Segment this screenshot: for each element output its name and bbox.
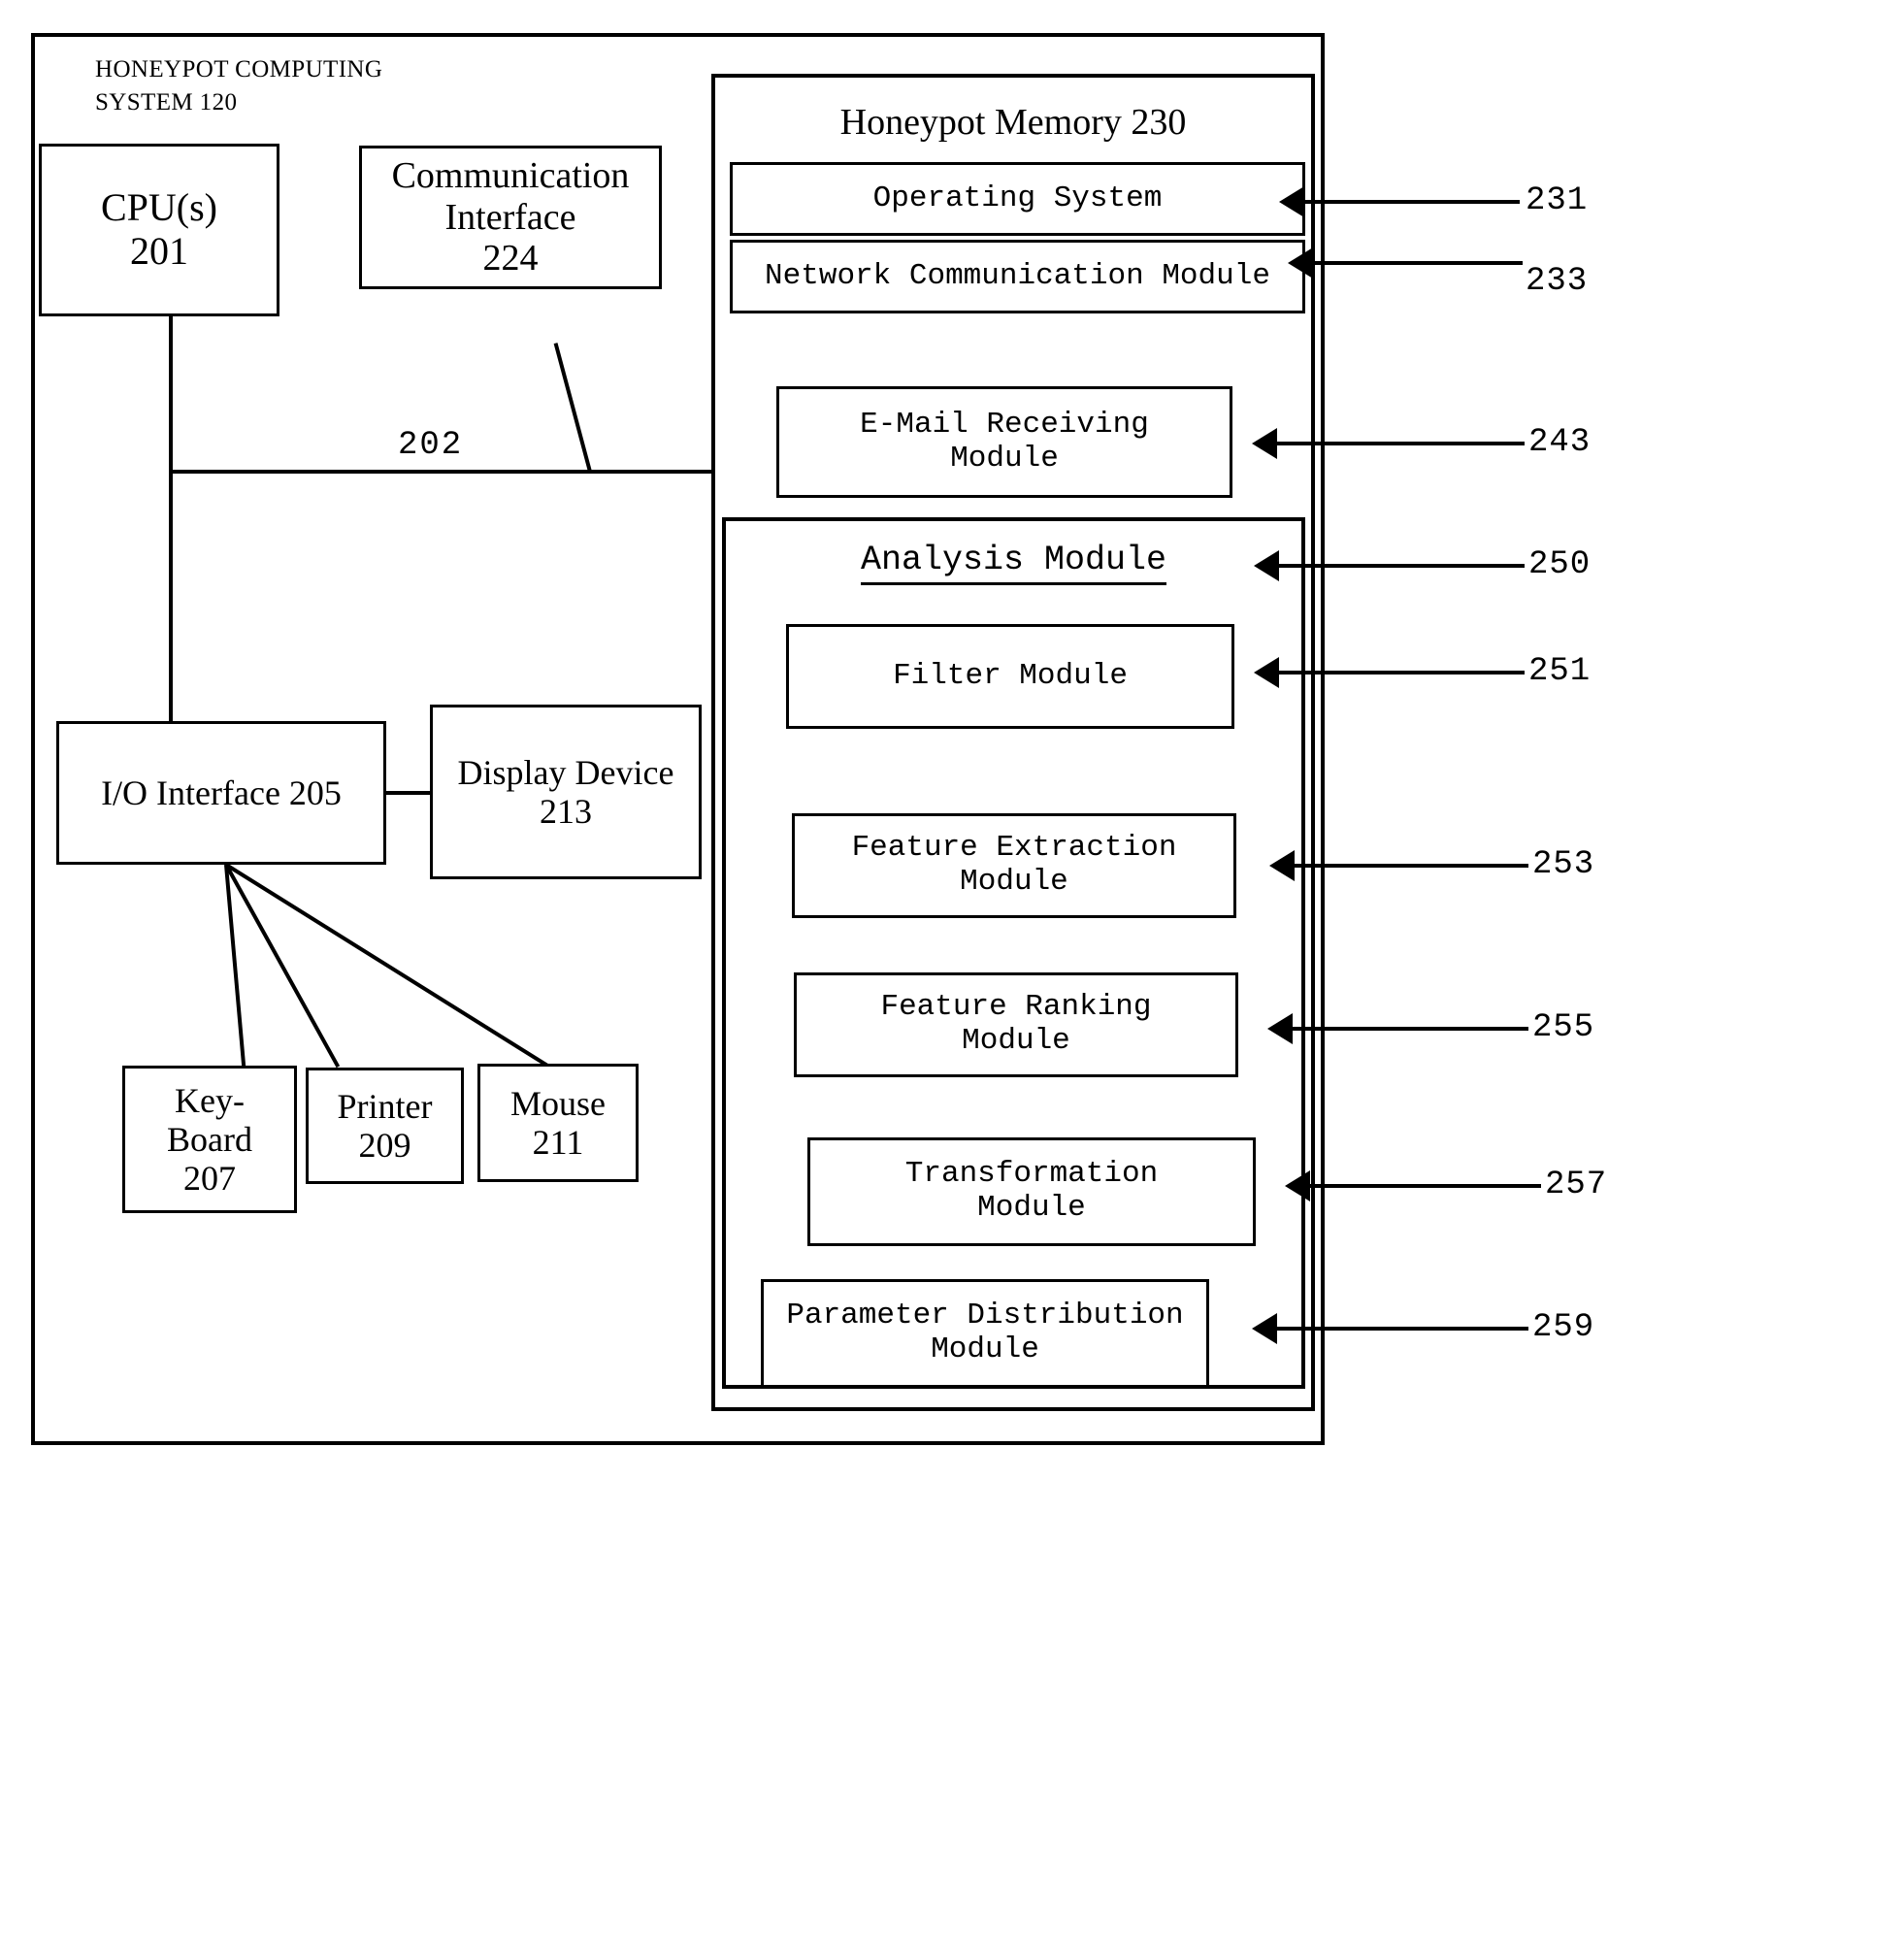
cpu-to-bus-connector — [169, 316, 173, 729]
ref-arrowhead-259 — [1252, 1313, 1277, 1344]
ref-line-253 — [1295, 864, 1528, 868]
ref-arrowhead-243 — [1252, 428, 1277, 459]
ref-number-259: 259 — [1532, 1309, 1595, 1346]
ref-line-250 — [1279, 564, 1525, 568]
cpu-label: CPU(s) 201 — [100, 185, 218, 273]
communication-interface-label: Communication Interface 224 — [391, 155, 630, 280]
email-receiving-module-box: E-Mail Receiving Module — [776, 386, 1232, 498]
ref-arrowhead-233 — [1288, 247, 1313, 279]
ref-line-259 — [1277, 1327, 1528, 1331]
keyboard-box: Key- Board 207 — [122, 1066, 297, 1213]
filter-module-label: Filter Module — [893, 658, 1128, 693]
ref-number-257: 257 — [1545, 1167, 1608, 1203]
operating-system-label: Operating System — [872, 181, 1163, 215]
io-interface-box: I/O Interface 205 — [56, 721, 386, 865]
feature-ranking-module-box: Feature Ranking Module — [794, 972, 1238, 1077]
printer-label: Printer 209 — [337, 1086, 433, 1165]
cpu-box: CPU(s) 201 — [39, 144, 279, 316]
memory-title: Honeypot Memory 230 — [839, 102, 1187, 143]
system-title: HONEYPOT COMPUTING SYSTEM 120 — [95, 56, 383, 115]
system-bus-line — [169, 470, 737, 474]
feature-ranking-label: Feature Ranking Module — [880, 990, 1152, 1058]
mouse-box: Mouse 211 — [477, 1064, 639, 1182]
ref-number-243: 243 — [1528, 424, 1592, 461]
display-device-label: Display Device 213 — [457, 752, 674, 831]
parameter-distribution-module-box: Parameter Distribution Module — [761, 1279, 1209, 1388]
ref-arrowhead-250 — [1254, 550, 1279, 581]
network-communication-module-box: Network Communication Module — [730, 240, 1305, 313]
io-interface-label: I/O Interface 205 — [101, 773, 342, 812]
keyboard-label: Key- Board 207 — [167, 1080, 252, 1199]
analysis-module-title-text: Analysis Module — [860, 541, 1167, 585]
ref-line-231 — [1304, 200, 1520, 204]
network-communication-label: Network Communication Module — [765, 258, 1270, 293]
feature-extraction-module-box: Feature Extraction Module — [792, 813, 1236, 918]
ref-line-243 — [1277, 442, 1525, 445]
patent-figure-canvas: HONEYPOT COMPUTING SYSTEM 120 202 CPU(s)… — [0, 0, 1904, 1941]
email-receiving-label: E-Mail Receiving Module — [860, 407, 1149, 476]
ref-number-231: 231 — [1526, 182, 1589, 219]
communication-interface-box: Communication Interface 224 — [359, 146, 662, 289]
ref-number-251: 251 — [1528, 653, 1592, 690]
ref-arrowhead-231 — [1279, 186, 1304, 217]
ref-number-250: 250 — [1528, 546, 1592, 583]
ref-line-257 — [1310, 1184, 1541, 1188]
operating-system-module-box: Operating System — [730, 162, 1305, 236]
ref-number-233: 233 — [1526, 263, 1589, 300]
transformation-label: Transformation Module — [904, 1157, 1159, 1225]
ref-arrowhead-251 — [1254, 657, 1279, 688]
feature-extraction-label: Feature Extraction Module — [851, 831, 1177, 899]
mouse-label: Mouse 211 — [510, 1083, 606, 1162]
parameter-distribution-label: Parameter Distribution Module — [786, 1299, 1184, 1366]
ref-arrowhead-253 — [1269, 850, 1295, 881]
ref-arrowhead-255 — [1267, 1013, 1293, 1044]
ref-line-251 — [1279, 671, 1525, 674]
ref-line-233 — [1313, 261, 1523, 265]
bus-reference-202: 202 — [398, 427, 464, 464]
io-to-display-connector — [386, 791, 432, 795]
ref-number-253: 253 — [1532, 846, 1595, 883]
ref-number-255: 255 — [1532, 1009, 1595, 1046]
transformation-module-box: Transformation Module — [807, 1137, 1256, 1246]
ref-arrowhead-257 — [1285, 1170, 1310, 1201]
filter-module-box: Filter Module — [786, 624, 1234, 729]
printer-box: Printer 209 — [306, 1068, 464, 1184]
display-device-box: Display Device 213 — [430, 705, 702, 879]
analysis-module-title: Analysis Module — [722, 541, 1305, 585]
ref-line-255 — [1293, 1027, 1528, 1031]
